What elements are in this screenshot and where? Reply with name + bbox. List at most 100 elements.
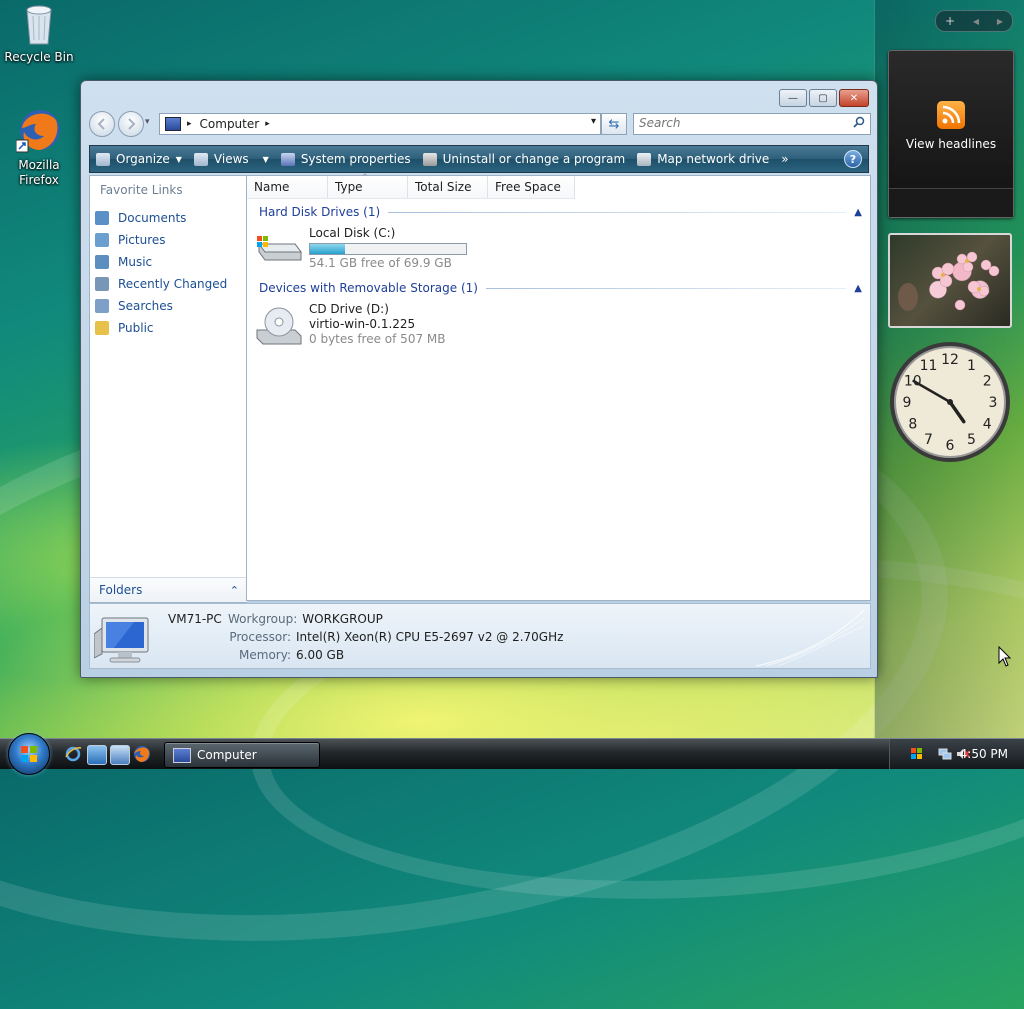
search-box[interactable] xyxy=(633,113,871,135)
drive-usage-fill xyxy=(310,244,346,254)
forward-button[interactable] xyxy=(118,111,144,137)
clock-numeral: 6 xyxy=(946,438,955,454)
favorite-link-documents[interactable]: Documents xyxy=(95,207,227,229)
workgroup-key: Workgroup: xyxy=(228,612,298,626)
pc-name: VM71-PC xyxy=(168,612,222,626)
map-network-drive-button[interactable]: Map network drive xyxy=(631,147,775,171)
drive-name: Local Disk (C:) xyxy=(309,226,396,240)
taskbar: Computer 4:50 PM xyxy=(0,733,1024,775)
refresh-icon: ⇆ xyxy=(608,116,620,132)
computer-monitor-icon xyxy=(94,617,149,663)
slideshow-gadget[interactable] xyxy=(888,233,1012,328)
recent-pages-dropdown[interactable]: ▾ xyxy=(145,117,150,127)
address-bar[interactable]: ▸ Computer ▸ ▾ xyxy=(159,113,601,135)
group-header-hard-disk-drives[interactable]: Hard Disk Drives (1) ▲ xyxy=(259,204,862,220)
desktop-icon-label: Mozilla Firefox xyxy=(18,158,60,187)
maximize-button[interactable]: ▢ xyxy=(809,89,837,107)
details-row-computer: VM71-PC Workgroup: WORKGROUP xyxy=(168,610,563,628)
favorite-link-label: Public xyxy=(118,321,154,335)
favorite-link-label: Documents xyxy=(118,211,187,225)
taskbar-button-label: Computer xyxy=(197,748,257,762)
collapse-group-icon[interactable]: ▲ xyxy=(854,207,862,218)
refresh-button[interactable]: ⇆ xyxy=(601,113,627,135)
help-icon[interactable]: ? xyxy=(844,150,862,168)
system-details: VM71-PC Workgroup: WORKGROUP Processor: … xyxy=(168,610,563,664)
start-button[interactable] xyxy=(8,733,50,775)
column-header-free-space[interactable]: Free Space xyxy=(488,176,575,198)
close-button[interactable]: ✕ xyxy=(839,89,869,107)
breadcrumb-separator[interactable]: ▸ xyxy=(187,119,192,129)
group-header-removable-storage[interactable]: Devices with Removable Storage (1) ▲ xyxy=(259,280,862,296)
collapse-group-icon[interactable]: ▲ xyxy=(854,283,862,294)
clock-gadget[interactable]: 12 1 2 3 4 5 6 7 8 9 10 11 xyxy=(888,340,1012,464)
group-title: Hard Disk Drives (1) xyxy=(259,205,381,219)
rss-icon xyxy=(937,101,965,129)
minimize-button[interactable]: — xyxy=(779,89,807,107)
computer-icon xyxy=(165,117,181,131)
favorite-link-public[interactable]: Public xyxy=(95,317,227,339)
column-header-type[interactable]: ^ Type xyxy=(328,173,408,198)
drive-name: CD Drive (D:) xyxy=(309,302,389,316)
breadcrumb-separator[interactable]: ▸ xyxy=(265,119,270,129)
drive-local-disk-c[interactable]: Local Disk (C:) 54.1 GB free of 69.9 GB xyxy=(255,226,505,270)
explorer-window: — ▢ ✕ ▾ ▸ Computer ▸ ▾ ⇆ Search Organize… xyxy=(80,80,878,678)
column-header-name[interactable]: Name xyxy=(247,176,328,198)
network-icon[interactable] xyxy=(938,747,952,761)
add-gadget-button[interactable]: + xyxy=(945,14,955,28)
memory-key: Memory: xyxy=(239,648,291,662)
more-commands-button[interactable]: » xyxy=(775,147,794,171)
drive-cd-d[interactable]: CD Drive (D:) virtio-win-0.1.225 0 bytes… xyxy=(255,302,505,350)
system-properties-button[interactable]: System properties xyxy=(275,147,417,171)
column-header-total-size[interactable]: Total Size xyxy=(408,176,488,198)
desktop-icon-firefox[interactable]: Mozilla Firefox xyxy=(1,106,77,188)
column-headers: Name ^ Type Total Size Free Space xyxy=(247,173,575,199)
favorite-link-recently-changed[interactable]: Recently Changed xyxy=(95,273,227,295)
folders-label: Folders xyxy=(99,583,143,597)
breadcrumb-computer[interactable]: Computer xyxy=(200,117,260,131)
taskbar-clock[interactable]: 4:50 PM xyxy=(960,747,1008,761)
desktop-icon-label: Recycle Bin xyxy=(4,50,74,64)
previous-page-button[interactable]: ◀ xyxy=(973,17,979,26)
search-input[interactable] xyxy=(634,114,844,132)
clock-numeral: 1 xyxy=(967,358,976,374)
firefox-quicklaunch-icon[interactable] xyxy=(133,745,151,763)
hard-drive-icon xyxy=(255,230,303,264)
clock-numeral: 2 xyxy=(983,374,992,390)
folders-toggle[interactable]: Folders ⌃ xyxy=(90,577,246,602)
clock-numeral: 8 xyxy=(908,417,917,433)
details-pane: VM71-PC Workgroup: WORKGROUP Processor: … xyxy=(89,603,871,669)
clock-numeral: 7 xyxy=(924,432,933,448)
favorite-link-searches[interactable]: Searches xyxy=(95,295,227,317)
uninstall-program-button[interactable]: Uninstall or change a program xyxy=(417,147,632,171)
organize-label: Organize xyxy=(116,152,170,166)
pictures-icon xyxy=(95,233,109,247)
internet-explorer-icon[interactable] xyxy=(64,745,82,763)
mouse-cursor-icon xyxy=(998,646,1012,667)
taskbar-button-computer[interactable]: Computer xyxy=(164,742,320,768)
favorite-link-music[interactable]: Music xyxy=(95,251,227,273)
clock-numeral: 9 xyxy=(903,395,912,411)
sort-indicator-icon: ^ xyxy=(362,173,368,181)
search-icon[interactable] xyxy=(853,116,865,131)
views-button[interactable]: Views ▼ xyxy=(188,147,275,171)
music-icon xyxy=(95,255,109,269)
organize-button[interactable]: Organize ▼ xyxy=(90,147,188,171)
uninstall-program-icon xyxy=(422,152,437,166)
next-page-button[interactable]: ▶ xyxy=(997,17,1003,26)
group-divider xyxy=(485,287,847,289)
feed-headlines-gadget[interactable]: View headlines xyxy=(888,50,1014,218)
switch-windows-icon[interactable] xyxy=(110,745,130,765)
cd-drive-icon xyxy=(255,306,303,345)
computer-icon xyxy=(173,747,191,763)
clock-numeral: 12 xyxy=(941,352,959,368)
system-tray: 4:50 PM xyxy=(889,739,1024,769)
desktop-icon-recycle-bin[interactable]: Recycle Bin xyxy=(1,2,77,65)
show-desktop-icon[interactable] xyxy=(87,745,107,765)
views-label: Views xyxy=(213,152,249,166)
windows-update-icon[interactable] xyxy=(910,747,924,761)
address-dropdown[interactable]: ▾ xyxy=(591,116,596,127)
clock-numeral: 5 xyxy=(967,432,976,448)
favorite-link-pictures[interactable]: Pictures xyxy=(95,229,227,251)
searches-icon xyxy=(95,299,109,313)
back-button[interactable] xyxy=(89,111,115,137)
